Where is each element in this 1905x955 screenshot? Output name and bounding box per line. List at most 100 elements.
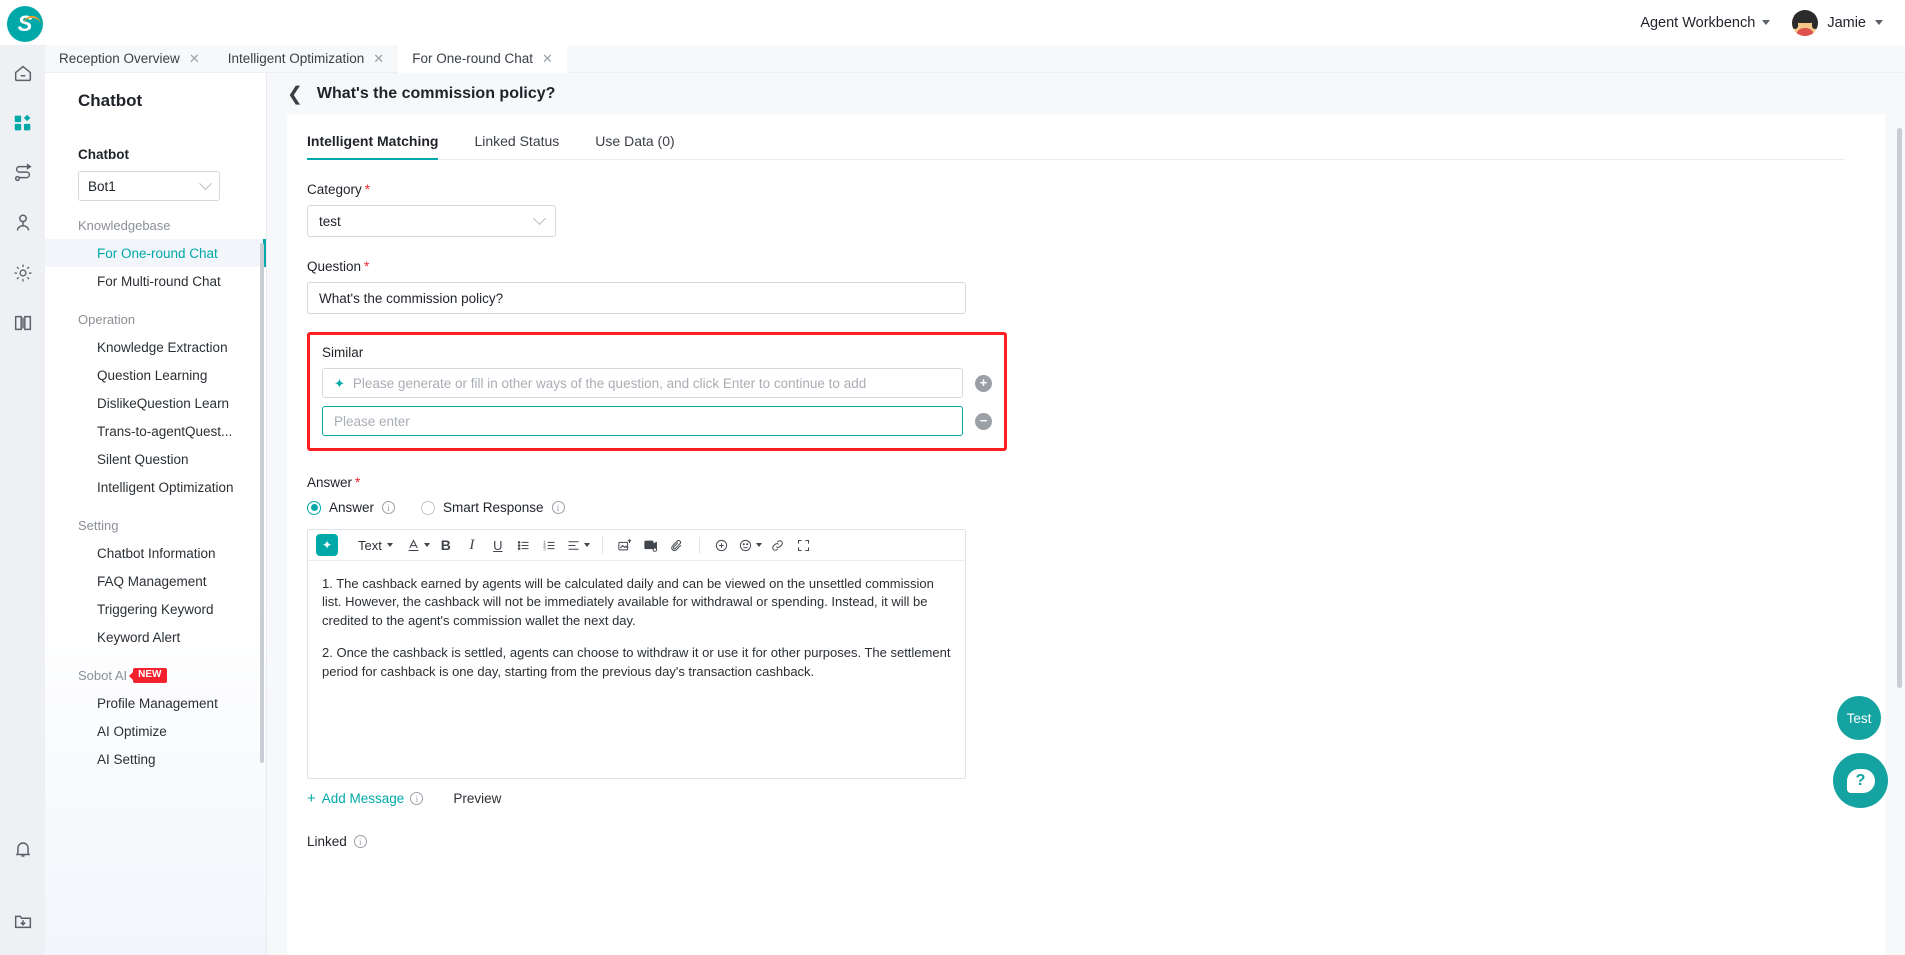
sidebar-item-ai-setting[interactable]: AI Setting (45, 745, 266, 773)
form: Category * test Question * What's the comm… (287, 160, 1885, 849)
home-icon[interactable] (11, 61, 35, 85)
italic-icon[interactable]: I (459, 533, 485, 557)
underline-icon[interactable]: U (485, 533, 511, 557)
text-style-dropdown[interactable]: Text (348, 538, 403, 553)
browser-tab-for-one-round-chat[interactable]: For One-round Chat ✕ (398, 44, 567, 73)
emoji-icon[interactable] (735, 533, 765, 557)
sidebar-item-ai-optimize[interactable]: AI Optimize (45, 717, 266, 745)
tab-intelligent-matching[interactable]: Intelligent Matching (307, 133, 439, 160)
main-scrollbar[interactable] (1897, 128, 1902, 688)
sidebar-item-chatbot-information[interactable]: Chatbot Information (45, 539, 266, 567)
sidebar-item-silent-question[interactable]: Silent Question (45, 445, 266, 473)
bot-select[interactable]: Bot1 (78, 171, 220, 201)
radio-smart-response-control[interactable] (421, 500, 436, 515)
tab-use-data[interactable]: Use Data (0) (595, 133, 674, 159)
numbered-list-icon[interactable]: 123 (537, 533, 563, 557)
toolbar-divider (698, 536, 700, 554)
test-button[interactable]: Test (1837, 696, 1881, 740)
info-icon[interactable]: i (382, 501, 396, 514)
bell-icon[interactable] (11, 837, 35, 861)
tab-linked-status[interactable]: Linked Status (474, 133, 559, 159)
info-icon[interactable]: i (551, 501, 565, 514)
user-menu[interactable]: Jamie (1792, 9, 1883, 36)
video-icon[interactable] (638, 533, 664, 557)
chevron-down-icon (533, 211, 546, 225)
preview-button[interactable]: Preview (453, 791, 501, 806)
sidebar-item-intelligent-optimization[interactable]: Intelligent Optimization (45, 473, 266, 501)
question-input[interactable]: What's the commission policy? (307, 282, 966, 314)
ai-sparkle-icon[interactable]: ✦ (316, 534, 338, 556)
sidebar-item-label: DislikeQuestion Learn (97, 395, 230, 411)
similar-text-input[interactable]: Please enter (322, 406, 963, 436)
browser-tab-reception-overview[interactable]: Reception Overview ✕ (45, 45, 214, 73)
agent-workbench-menu[interactable]: Agent Workbench (1640, 15, 1771, 31)
category-select[interactable]: test (307, 205, 556, 237)
browser-tab-intelligent-optimization[interactable]: Intelligent Optimization ✕ (214, 45, 398, 73)
category-label: Category * (307, 182, 1885, 197)
sidebar-item-for-one-round-chat[interactable]: For One-round Chat (45, 239, 266, 267)
sidebar-item-faq-management[interactable]: FAQ Management (45, 567, 266, 595)
add-message-button[interactable]: + Add Message i (307, 791, 424, 806)
info-icon[interactable]: i (353, 835, 367, 848)
editor-body[interactable]: 1. The cashback earned by agents will be… (308, 561, 965, 778)
app-logo[interactable]: S (7, 6, 43, 42)
text-style-label: Text (358, 537, 382, 553)
sidebar-item-keyword-alert[interactable]: Keyword Alert (45, 623, 266, 651)
sidebar-item-dislikequestion-learn[interactable]: DislikeQuestion Learn (45, 389, 266, 417)
add-message-label: Add Message (321, 791, 405, 806)
sidebar-group-knowledgebase: Knowledgebase (78, 218, 171, 233)
back-icon[interactable]: ❮ (287, 85, 303, 104)
sidebar-scrollbar[interactable] (260, 243, 264, 763)
icon-rail (0, 45, 45, 955)
close-icon[interactable]: ✕ (542, 52, 553, 65)
font-color-icon[interactable] (403, 533, 433, 557)
radio-smart-response[interactable]: Smart Response i (421, 500, 565, 515)
similar-label: Similar (322, 345, 364, 360)
required-marker: * (364, 259, 370, 274)
help-button[interactable]: ? (1833, 753, 1888, 808)
align-icon[interactable] (563, 533, 593, 557)
link-icon[interactable] (765, 533, 791, 557)
similar-section-highlight: Similar ✦ Please generate or fill in oth… (307, 332, 1007, 451)
sidebar-group-sobot-ai: Sobot AI NEW (45, 651, 266, 689)
radio-answer[interactable]: Answer i (307, 500, 396, 515)
bullet-list-icon[interactable] (511, 533, 537, 557)
gear-icon[interactable] (11, 261, 35, 285)
required-marker: * (355, 475, 361, 490)
question-label: Question * (307, 259, 1885, 274)
required-marker: * (364, 182, 371, 197)
bold-icon[interactable]: B (433, 533, 459, 557)
similar-generate-input[interactable]: ✦ Please generate or fill in other ways … (322, 368, 963, 398)
sidebar-title: Chatbot (78, 91, 143, 110)
preview-label: Preview (453, 791, 502, 806)
insert-icon[interactable] (709, 533, 735, 557)
sidebar-item-knowledge-extraction[interactable]: Knowledge Extraction (45, 333, 266, 361)
sidebar-item-triggering-keyword[interactable]: Triggering Keyword (45, 595, 266, 623)
workflow-icon[interactable] (11, 161, 35, 185)
close-icon[interactable]: ✕ (189, 52, 200, 65)
download-folder-icon[interactable] (11, 909, 35, 933)
help-bubble-icon: ? (1846, 768, 1875, 793)
avatar (1792, 9, 1819, 36)
sidebar-item-profile-management[interactable]: Profile Management (45, 689, 266, 717)
fullscreen-icon[interactable] (791, 533, 817, 557)
sidebar-item-for-multi-round-chat[interactable]: For Multi-round Chat (45, 267, 266, 295)
attachment-icon[interactable] (664, 533, 690, 557)
answer-label: Answer * (307, 475, 1885, 490)
radio-answer-control[interactable] (307, 500, 321, 515)
image-upload-icon[interactable] (612, 533, 638, 557)
apps-icon[interactable] (11, 111, 35, 135)
top-bar-right: Agent Workbench Jamie (1640, 9, 1905, 36)
close-icon[interactable]: ✕ (373, 52, 384, 65)
book-icon[interactable] (11, 311, 35, 335)
sidebar-item-trans-to-agent-question[interactable]: Trans-to-agentQuest... (45, 417, 266, 445)
sidebar-group-setting: Setting (78, 518, 119, 533)
add-similar-button[interactable]: + (975, 374, 992, 392)
radio-smart-response-label: Smart Response (443, 500, 544, 515)
person-icon[interactable] (11, 211, 35, 235)
remove-similar-button[interactable]: − (975, 412, 992, 430)
sidebar-group-label: Sobot AI (78, 668, 128, 683)
info-icon[interactable]: i (410, 792, 424, 805)
ai-sparkle-icon: ✦ (334, 375, 345, 391)
sidebar-item-question-learning[interactable]: Question Learning (45, 361, 266, 389)
